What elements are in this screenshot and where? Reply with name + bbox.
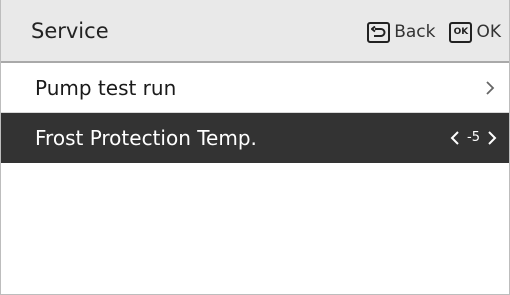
ok-button[interactable]: OK OK: [449, 21, 501, 43]
service-screen: Service Back OK OK Pump test run Frost P…: [0, 0, 510, 295]
frost-temp-stepper[interactable]: -5: [450, 127, 497, 149]
menu-item-label: Frost Protection Temp.: [35, 126, 257, 150]
page-title: Service: [31, 19, 109, 43]
header-bar: Service Back OK OK: [1, 0, 509, 63]
frost-temp-value: -5: [467, 130, 480, 145]
chevron-right-icon: [485, 80, 495, 100]
back-label: Back: [394, 22, 436, 42]
back-icon: [367, 21, 391, 43]
menu-item-label: Pump test run: [35, 76, 177, 100]
ok-label: OK: [476, 22, 501, 42]
increase-chevron-right-icon[interactable]: [487, 130, 497, 146]
menu-item-frost-protection-temp[interactable]: Frost Protection Temp. -5: [1, 113, 509, 163]
ok-icon: OK: [449, 21, 473, 43]
back-button[interactable]: Back: [367, 21, 436, 43]
decrease-chevron-left-icon[interactable]: [450, 130, 460, 146]
menu-item-pump-test-run[interactable]: Pump test run: [1, 63, 509, 113]
header-actions: Back OK OK: [353, 19, 501, 45]
